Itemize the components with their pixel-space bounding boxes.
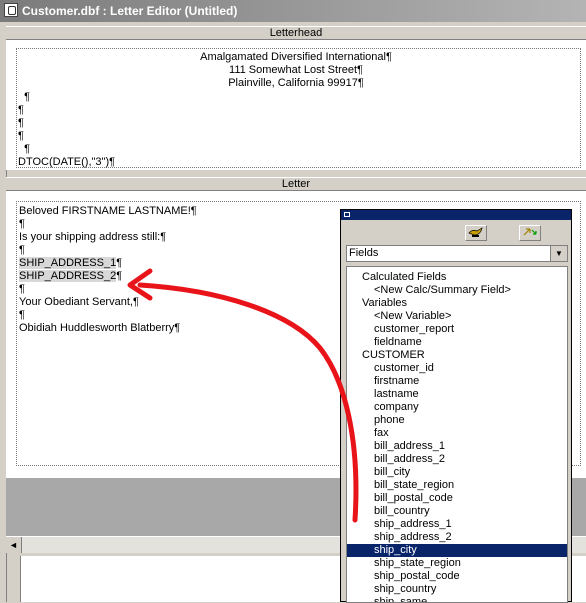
annotation-arrow	[127, 268, 359, 523]
annotation-arrow-curve	[137, 282, 359, 523]
